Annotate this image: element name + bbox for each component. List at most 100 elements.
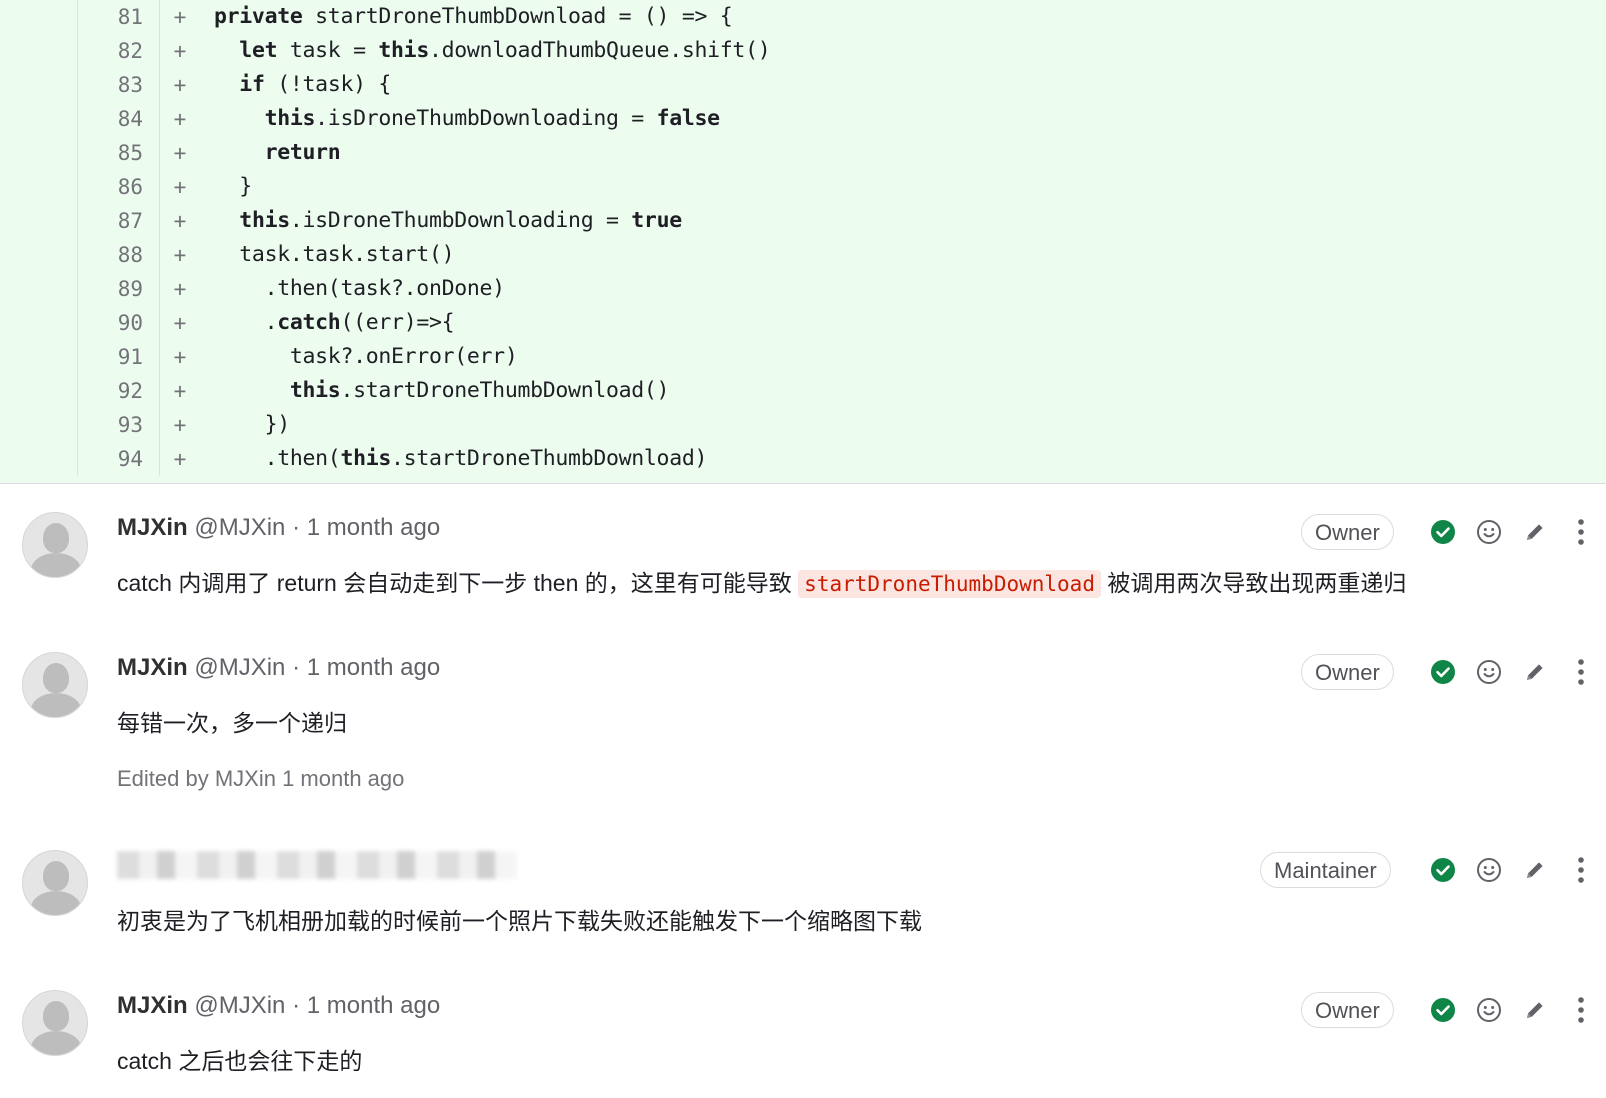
add-reaction-button[interactable]: [1466, 852, 1512, 888]
code-content: this.startDroneThumbDownload(): [289, 378, 670, 403]
smiley-icon: [1477, 998, 1501, 1022]
more-actions-button[interactable]: [1558, 992, 1604, 1028]
add-reaction-button[interactable]: [1466, 514, 1512, 550]
old-line-number[interactable]: [0, 170, 78, 204]
new-line-number[interactable]: 91: [78, 340, 160, 374]
note-timestamp[interactable]: · 1 month ago: [292, 992, 440, 1019]
edit-comment-button[interactable]: [1512, 852, 1558, 888]
note-body: 每错一次，多一个递归: [117, 710, 347, 736]
added-marker: +: [173, 413, 187, 437]
kebab-menu-icon: [1578, 659, 1584, 685]
code-content: private startDroneThumbDownload = () => …: [214, 4, 733, 29]
edit-comment-button[interactable]: [1512, 514, 1558, 550]
pencil-icon: [1527, 524, 1543, 540]
code-content: return: [264, 140, 341, 165]
old-line-number[interactable]: [0, 0, 78, 34]
diff-line: 94 + .then(this.startDroneThumbDownload): [0, 442, 1606, 476]
author-name[interactable]: MJXin: [117, 992, 188, 1019]
added-marker: +: [173, 39, 187, 63]
new-line-number[interactable]: 90: [78, 306, 160, 340]
old-line-number[interactable]: [0, 34, 78, 68]
author-name[interactable]: MJXin: [117, 654, 188, 681]
diff-line: 84 + this.isDroneThumbDownloading = false: [0, 102, 1606, 136]
note-header: MJXin @MJXin · 1 month ago: [117, 654, 440, 682]
author-handle[interactable]: @MJXin: [194, 992, 285, 1019]
note-actions: [1420, 852, 1604, 888]
added-marker: +: [173, 209, 187, 233]
old-line-number[interactable]: [0, 68, 78, 102]
new-line-number[interactable]: 89: [78, 272, 160, 306]
code-content: this.isDroneThumbDownloading = true: [239, 208, 682, 233]
old-line-number[interactable]: [0, 238, 78, 272]
new-line-number[interactable]: 85: [78, 136, 160, 170]
added-marker: +: [173, 175, 187, 199]
note-timestamp[interactable]: · 1 month ago: [292, 514, 440, 541]
resolve-thread-button[interactable]: [1420, 852, 1466, 888]
added-marker: +: [173, 277, 187, 301]
edit-comment-button[interactable]: [1512, 992, 1558, 1028]
add-reaction-button[interactable]: [1466, 992, 1512, 1028]
diff-line: 82 + let task = this.downloadThumbQueue.s…: [0, 34, 1606, 68]
author-name[interactable]: MJXin: [117, 514, 188, 541]
more-actions-button[interactable]: [1558, 852, 1604, 888]
diff-line: 92 + this.startDroneThumbDownload(): [0, 374, 1606, 408]
role-badge: Owner: [1301, 654, 1394, 690]
discussion-note-3: Maintainer 初衷是为了飞机相册加载的时候前一个照片下载失败还能触发下一…: [0, 820, 1606, 956]
more-actions-button[interactable]: [1558, 654, 1604, 690]
resolve-thread-button[interactable]: [1420, 992, 1466, 1028]
note-timestamp[interactable]: · 1 month ago: [292, 654, 440, 681]
note-body: catch 内调用了 return 会自动走到下一步 then 的，这里有可能导…: [117, 570, 1407, 598]
edit-comment-button[interactable]: [1512, 654, 1558, 690]
user-avatar[interactable]: [22, 850, 88, 916]
added-marker: +: [173, 447, 187, 471]
resolve-thread-button[interactable]: [1420, 654, 1466, 690]
new-line-number[interactable]: 93: [78, 408, 160, 442]
kebab-menu-icon: [1578, 519, 1584, 545]
pencil-icon: [1527, 1002, 1543, 1018]
old-line-number[interactable]: [0, 204, 78, 238]
diff-line: 89 + .then(task?.onDone): [0, 272, 1606, 306]
old-line-number[interactable]: [0, 340, 78, 374]
new-line-number[interactable]: 82: [78, 34, 160, 68]
diff-line: 83 + if (!task) {: [0, 68, 1606, 102]
old-line-number[interactable]: [0, 408, 78, 442]
edited-info: Edited by MJXin 1 month ago: [117, 766, 405, 791]
more-actions-button[interactable]: [1558, 514, 1604, 550]
author-handle[interactable]: @MJXin: [194, 514, 285, 541]
note-actions: [1420, 654, 1604, 690]
kebab-menu-icon: [1578, 857, 1584, 883]
user-avatar[interactable]: [22, 652, 88, 718]
code-content: if (!task) {: [239, 72, 392, 97]
author-handle[interactable]: @MJXin: [194, 654, 285, 681]
new-line-number[interactable]: 84: [78, 102, 160, 136]
new-line-number[interactable]: 81: [78, 0, 160, 34]
code-content: this.isDroneThumbDownloading = false: [264, 106, 721, 131]
old-line-number[interactable]: [0, 102, 78, 136]
diff-line: 88 + task.task.start(): [0, 238, 1606, 272]
diff-block: 81 + private startDroneThumbDownload = () …: [0, 0, 1606, 484]
new-line-number[interactable]: 88: [78, 238, 160, 272]
add-reaction-button[interactable]: [1466, 654, 1512, 690]
new-line-number[interactable]: 92: [78, 374, 160, 408]
old-line-number[interactable]: [0, 442, 78, 476]
added-marker: +: [173, 243, 187, 267]
added-marker: +: [173, 379, 187, 403]
old-line-number[interactable]: [0, 374, 78, 408]
note-actions: [1420, 992, 1604, 1028]
smiley-icon: [1477, 660, 1501, 684]
new-line-number[interactable]: 94: [78, 442, 160, 476]
resolve-thread-button[interactable]: [1420, 514, 1466, 550]
new-line-number[interactable]: 86: [78, 170, 160, 204]
old-line-number[interactable]: [0, 272, 78, 306]
user-avatar[interactable]: [22, 512, 88, 578]
code-content: .then(task?.onDone): [214, 276, 506, 301]
old-line-number[interactable]: [0, 306, 78, 340]
user-avatar[interactable]: [22, 990, 88, 1056]
diff-line: 81 + private startDroneThumbDownload = () …: [0, 0, 1606, 34]
diff-line: 91 + task?.onError(err): [0, 340, 1606, 374]
old-line-number[interactable]: [0, 136, 78, 170]
discussion-note-1: MJXin @MJXin · 1 month ago Owner catch 内…: [0, 484, 1606, 620]
code-content: task?.onError(err): [214, 344, 518, 369]
new-line-number[interactable]: 83: [78, 68, 160, 102]
new-line-number[interactable]: 87: [78, 204, 160, 238]
